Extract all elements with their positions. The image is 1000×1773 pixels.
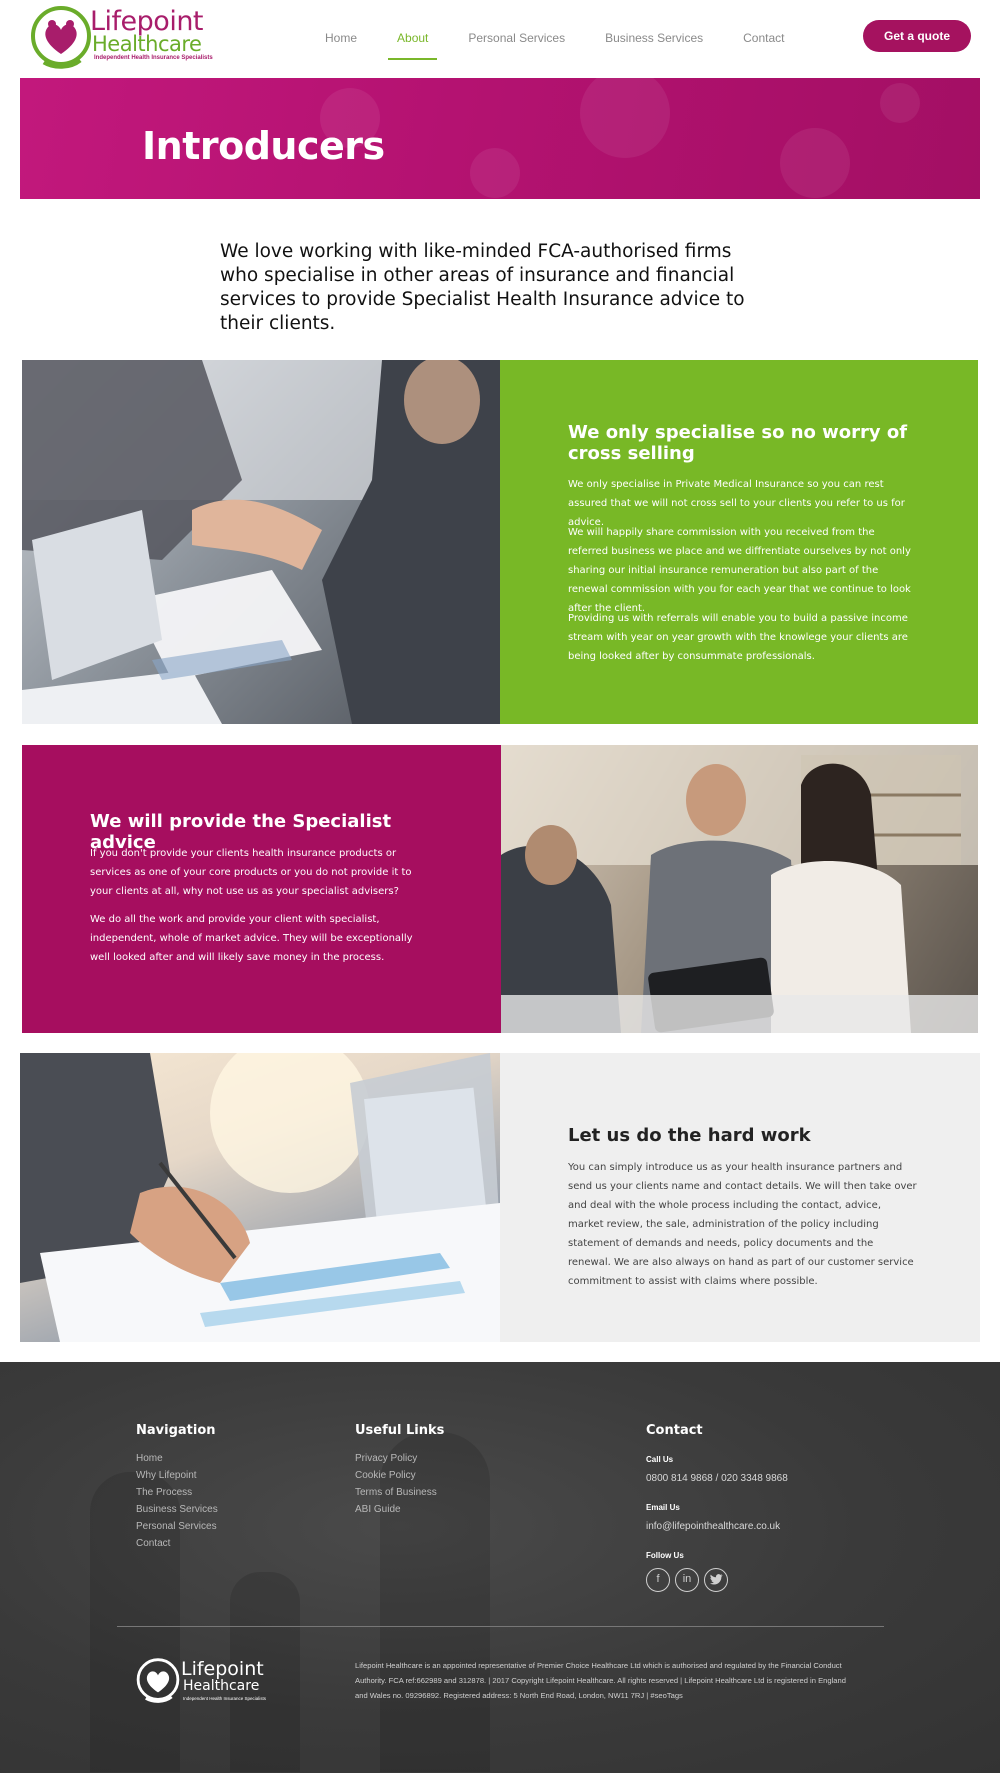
footer-logo-line1: Lifepoint (181, 1658, 264, 1680)
footer-link-terms-of-business[interactable]: Terms of Business (355, 1487, 437, 1498)
footer-link-home[interactable]: Home (136, 1453, 163, 1464)
handshake-image (22, 360, 500, 724)
footer-legal-text: Lifepoint Healthcare is an appointed rep… (355, 1661, 846, 1700)
nav-about[interactable]: About (387, 0, 438, 78)
handshake-illustration (22, 360, 500, 724)
nav-home[interactable]: Home (325, 0, 357, 78)
hero-banner: Introducers (20, 78, 980, 199)
site-logo[interactable]: Lifepoint Healthcare Independent Health … (30, 4, 213, 72)
footer-follow-label: Follow Us (646, 1551, 684, 1560)
footer-background-figure (90, 1472, 180, 1772)
page-title: Introducers (142, 124, 385, 168)
nav-contact[interactable]: Contact (743, 0, 784, 78)
couple-meeting-illustration (501, 745, 978, 1033)
hero-bokeh (470, 148, 520, 198)
specialist-advice-section: We will provide the Specialist advice If… (22, 745, 978, 1033)
footer-call-label: Call Us (646, 1455, 674, 1464)
hero-bokeh (580, 78, 670, 158)
footer-logo-line2: Healthcare (183, 1678, 260, 1694)
footer-link-cookie-policy[interactable]: Cookie Policy (355, 1470, 416, 1481)
cross-selling-panel: We only specialise so no worry of cross … (500, 360, 978, 724)
twitter-icon[interactable] (704, 1568, 728, 1592)
footer-background-figure (380, 1432, 490, 1772)
logo-heart-icon (31, 6, 91, 69)
footer-logo-tagline: Independent Health Insurance Specialists (183, 1696, 267, 1701)
hard-work-section: Let us do the hard work You can simply i… (20, 1053, 980, 1342)
hard-work-paragraph: You can simply introduce us as your heal… (568, 1162, 917, 1287)
footer-logo-heart-icon (136, 1658, 180, 1703)
signing-document-illustration (20, 1053, 500, 1342)
cross-selling-heading: We only specialise so no worry of cross … (568, 422, 908, 464)
footer-useful-links-title: Useful Links (355, 1423, 445, 1438)
cross-selling-section: We only specialise so no worry of cross … (22, 360, 978, 724)
nav-personal-services[interactable]: Personal Services (468, 0, 565, 78)
nav-business-services[interactable]: Business Services (605, 0, 703, 78)
footer-logo[interactable]: Lifepoint Healthcare Independent Health … (136, 1656, 276, 1708)
logo-tagline: Independent Health Insurance Specialists (94, 55, 213, 61)
footer-link-personal-services[interactable]: Personal Services (136, 1521, 217, 1532)
twitter-bird-glyph (709, 1574, 722, 1585)
cross-selling-paragraph: Providing us with referrals will enable … (568, 613, 908, 662)
footer-link-why-lifepoint[interactable]: Why Lifepoint (136, 1470, 197, 1481)
logo-brand-line2: Healthcare (92, 32, 202, 56)
footer-link-abi-guide[interactable]: ABI Guide (355, 1504, 401, 1515)
footer-navigation-title: Navigation (136, 1423, 216, 1438)
footer-link-contact[interactable]: Contact (136, 1538, 170, 1549)
specialist-advice-paragraph: We do all the work and provide your clie… (90, 914, 413, 963)
cross-selling-paragraph: We will happily share commission with yo… (568, 527, 911, 614)
signing-document-image (20, 1053, 500, 1342)
specialist-advice-paragraph: If you don't provide your clients health… (90, 848, 412, 897)
hard-work-heading: Let us do the hard work (568, 1125, 811, 1146)
footer-email[interactable]: info@lifepointhealthcare.co.uk (646, 1521, 780, 1532)
specialist-advice-panel: We will provide the Specialist advice If… (22, 745, 501, 1033)
get-a-quote-button[interactable]: Get a quote (863, 20, 971, 52)
linkedin-icon[interactable]: in (675, 1568, 699, 1592)
hero-bokeh (880, 83, 920, 123)
hard-work-panel: Let us do the hard work You can simply i… (500, 1053, 980, 1342)
main-nav: Home About Personal Services Business Se… (325, 0, 825, 78)
footer-email-label: Email Us (646, 1503, 680, 1512)
facebook-icon[interactable]: f (646, 1568, 670, 1592)
footer-divider (117, 1626, 884, 1627)
site-header: Lifepoint Healthcare Independent Health … (0, 0, 1000, 78)
intro-text: We love working with like-minded FCA-aut… (220, 241, 745, 334)
hero-bokeh (780, 128, 850, 198)
footer-phone[interactable]: 0800 814 9868 / 020 3348 9868 (646, 1473, 788, 1484)
couple-meeting-image (501, 745, 978, 1033)
footer-contact-title: Contact (646, 1423, 703, 1438)
footer-link-the-process[interactable]: The Process (136, 1487, 192, 1498)
footer-link-privacy-policy[interactable]: Privacy Policy (355, 1453, 417, 1464)
footer-link-business-services[interactable]: Business Services (136, 1504, 218, 1515)
